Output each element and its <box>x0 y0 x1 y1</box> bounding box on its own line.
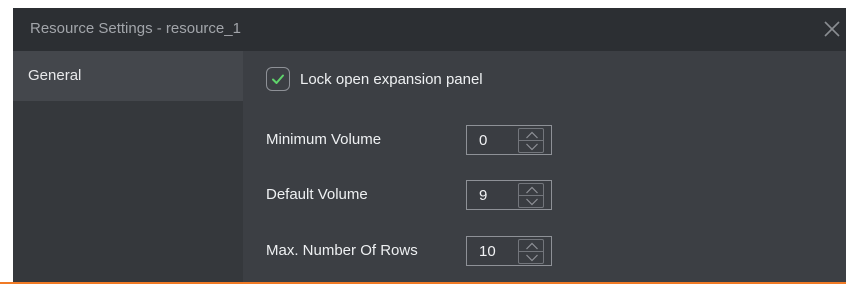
lock-panel-label: Lock open expansion panel <box>300 70 483 88</box>
lock-panel-option[interactable]: Lock open expansion panel <box>266 66 483 92</box>
sidebar-item-general[interactable]: General <box>13 51 243 101</box>
minimum-volume-decrement[interactable] <box>518 140 544 153</box>
chevron-up-icon <box>526 131 538 139</box>
dialog-titlebar: Resource Settings - resource_1 <box>13 8 846 51</box>
chevron-down-icon <box>526 143 538 151</box>
max-rows-label: Max. Number Of Rows <box>266 242 418 259</box>
default-volume-spinner <box>466 180 553 210</box>
sidebar-item-label: General <box>28 67 82 84</box>
chevron-up-icon <box>526 242 538 250</box>
general-settings-panel: Lock open expansion panel Minimum Volume… <box>243 51 846 282</box>
minimum-volume-label: Minimum Volume <box>266 131 382 148</box>
close-icon[interactable] <box>820 17 844 41</box>
chevron-down-icon <box>526 198 538 206</box>
lock-panel-checkbox[interactable] <box>266 67 290 91</box>
default-volume-decrement[interactable] <box>518 195 544 208</box>
chevron-up-icon <box>526 186 538 194</box>
max-rows-spinner <box>466 236 553 266</box>
max-rows-decrement[interactable] <box>518 251 544 264</box>
checkmark-icon <box>272 74 284 84</box>
default-volume-label: Default Volume <box>266 186 368 203</box>
settings-sidebar: General <box>13 51 243 282</box>
minimum-volume-spinner <box>466 125 553 155</box>
dialog-title: Resource Settings - resource_1 <box>30 20 241 37</box>
resource-settings-dialog: Resource Settings - resource_1 General L… <box>13 8 846 282</box>
chevron-down-icon <box>526 254 538 262</box>
